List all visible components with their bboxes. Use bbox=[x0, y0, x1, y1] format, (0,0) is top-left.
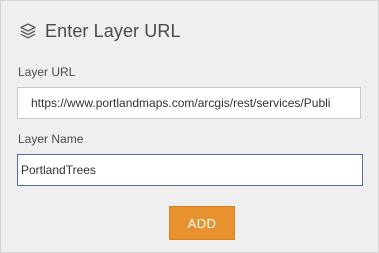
panel-header: Enter Layer URL bbox=[18, 19, 181, 43]
layer-url-label: Layer URL bbox=[18, 65, 76, 79]
enter-layer-url-panel: Enter Layer URL Layer URL Layer Name ADD bbox=[0, 0, 379, 253]
panel-title: Enter Layer URL bbox=[45, 20, 181, 41]
layers-icon bbox=[18, 21, 38, 41]
layer-url-input[interactable] bbox=[17, 87, 361, 119]
layer-name-label: Layer Name bbox=[18, 132, 84, 146]
add-button[interactable]: ADD bbox=[169, 206, 235, 240]
layer-name-input[interactable] bbox=[17, 154, 363, 186]
